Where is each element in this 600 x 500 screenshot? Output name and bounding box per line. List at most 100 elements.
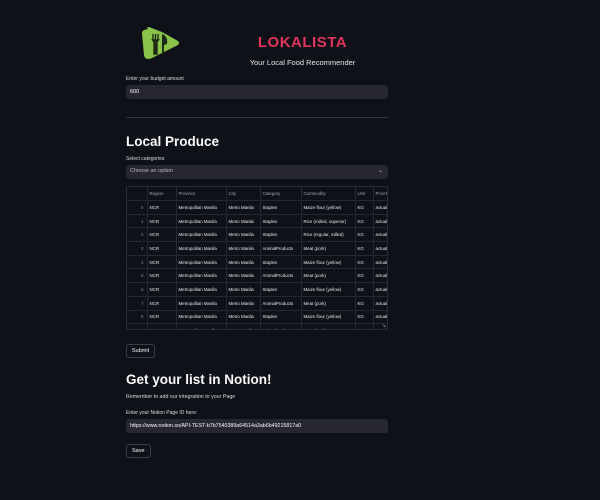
cell-city[interactable]: Metro Manila bbox=[226, 310, 261, 325]
cell-province[interactable]: Metropolitan Manila bbox=[176, 214, 227, 229]
cell-unit[interactable]: KG bbox=[355, 268, 374, 284]
cell-category[interactable]: Staples bbox=[260, 310, 302, 325]
column-header-unit[interactable]: Unit bbox=[355, 187, 374, 201]
cell-row-index[interactable]: 6 bbox=[127, 282, 148, 297]
cell-unit[interactable]: KG bbox=[355, 282, 374, 297]
cell-row-index[interactable]: 2 bbox=[127, 227, 148, 243]
cell-unit[interactable]: KG bbox=[355, 214, 374, 229]
column-header-province[interactable]: Province bbox=[176, 187, 227, 201]
produce-table[interactable]: Region Province City Category Commodity … bbox=[126, 186, 388, 330]
table-row[interactable]: 9NCRMetropolitan ManilaMetro ManilaAnima… bbox=[127, 323, 387, 329]
cell-category[interactable]: Staples bbox=[260, 200, 302, 215]
cell-unit[interactable]: KG bbox=[355, 255, 374, 270]
cell-region[interactable]: NCR bbox=[147, 268, 177, 284]
column-header-category[interactable]: Category bbox=[260, 187, 302, 201]
cell-region[interactable]: NCR bbox=[147, 200, 177, 215]
cell-row-index[interactable]: 8 bbox=[127, 310, 148, 325]
notion-page-id-input[interactable] bbox=[126, 419, 388, 433]
cell-province[interactable]: Metropolitan Manila bbox=[176, 310, 227, 325]
cell-region[interactable]: NCR bbox=[147, 227, 177, 243]
cell-city[interactable]: Metro Manila bbox=[226, 255, 261, 270]
categories-select[interactable]: Choose an option ⌄ bbox=[126, 165, 388, 179]
cell-commodity[interactable]: Maize flour (yellow) bbox=[301, 282, 356, 297]
table-row[interactable]: 2 NCR Metropolitan Manila Metro Manila Stapl… bbox=[127, 227, 387, 243]
cell-city[interactable]: Metro Manila bbox=[226, 268, 261, 284]
budget-input[interactable] bbox=[126, 85, 388, 99]
cell-row-index[interactable]: 1 bbox=[127, 214, 148, 229]
cell-province[interactable]: Metropolitan Manila bbox=[176, 241, 227, 256]
cell-pricetype[interactable]: actual bbox=[373, 255, 387, 270]
table-row[interactable]: 4 NCR Metropolitan Manila Metro Manila Stapl… bbox=[127, 255, 387, 270]
column-header-city[interactable]: City bbox=[226, 187, 261, 201]
cell-pricetype[interactable]: actual bbox=[373, 200, 387, 215]
cell-region[interactable]: NCR bbox=[147, 282, 177, 297]
cell-region[interactable]: NCR bbox=[147, 241, 177, 256]
cell-unit[interactable]: KG bbox=[355, 296, 374, 311]
cell-commodity[interactable]: Rice (regular, milled) bbox=[301, 227, 356, 243]
cell-region[interactable]: NCR bbox=[147, 214, 177, 229]
cell-province[interactable]: Metropolitan Manila bbox=[176, 296, 227, 311]
cell-row-index[interactable]: 5 bbox=[127, 268, 148, 284]
cell-city[interactable]: Metro Manila bbox=[226, 241, 261, 256]
table-row[interactable]: 1 NCR Metropolitan Manila Metro Manila Stapl… bbox=[127, 214, 387, 229]
cell-row-index[interactable]: 3 bbox=[127, 241, 148, 256]
cell-category[interactable]: Staples bbox=[260, 282, 302, 297]
table-row[interactable]: 3 NCR Metropolitan Manila Metro Manila Anima… bbox=[127, 241, 387, 256]
cell-province[interactable]: Metropolitan Manila bbox=[176, 268, 227, 284]
cell-commodity[interactable]: Maize flour (yellow) bbox=[301, 200, 356, 215]
cell-region[interactable]: NCR bbox=[147, 323, 177, 329]
cell-commodity[interactable]: Maize flour (yellow) bbox=[301, 255, 356, 270]
cell-category[interactable]: AnimalProducts bbox=[260, 323, 302, 329]
cell-city[interactable]: Metro Manila bbox=[226, 227, 261, 243]
cell-region[interactable]: NCR bbox=[147, 310, 177, 325]
table-row[interactable]: 5 NCR Metropolitan Manila Metro Manila Anima… bbox=[127, 268, 387, 284]
cell-unit[interactable]: KG bbox=[355, 310, 374, 325]
cell-row-index[interactable]: 4 bbox=[127, 255, 148, 270]
column-header-commodity[interactable]: Commodity bbox=[301, 187, 356, 201]
cell-row-index[interactable]: 0 bbox=[127, 200, 148, 215]
cell-commodity[interactable]: Maize flour (yellow) bbox=[301, 310, 356, 325]
cell-row-index[interactable]: 9 bbox=[127, 323, 148, 329]
cell-province[interactable]: Metropolitan Manila bbox=[176, 255, 227, 270]
table-row[interactable]: 8 NCR Metropolitan Manila Metro Manila Stapl… bbox=[127, 310, 387, 325]
cell-pricetype[interactable]: actual bbox=[373, 214, 387, 229]
cell-city[interactable]: Metro Manila bbox=[226, 214, 261, 229]
cell-province[interactable]: Metropolitan Manila bbox=[176, 323, 227, 329]
column-header-index[interactable] bbox=[127, 187, 148, 201]
cell-commodity[interactable]: Meat (pork) bbox=[301, 268, 356, 284]
cell-commodity[interactable]: Rice (milled, superior) bbox=[301, 214, 356, 229]
cell-category[interactable]: AnimalProducts bbox=[260, 268, 302, 284]
cell-row-index[interactable]: 7 bbox=[127, 296, 148, 311]
cell-city[interactable]: Metro Manila bbox=[226, 323, 261, 329]
table-row[interactable]: 7 NCR Metropolitan Manila Metro Manila Anima… bbox=[127, 296, 387, 311]
cell-commodity[interactable]: Meat (pork) bbox=[301, 241, 356, 256]
cell-region[interactable]: NCR bbox=[147, 255, 177, 270]
cell-category[interactable]: AnimalProducts bbox=[260, 296, 302, 311]
cell-pricetype[interactable]: actual bbox=[373, 282, 387, 297]
cell-unit[interactable]: KG bbox=[355, 200, 374, 215]
cell-pricetype[interactable]: actual bbox=[373, 241, 387, 256]
cell-province[interactable]: Metropolitan Manila bbox=[176, 282, 227, 297]
resize-handle-icon[interactable]: ↘ bbox=[382, 323, 386, 329]
cell-city[interactable]: Metro Manila bbox=[226, 296, 261, 311]
table-row[interactable]: 0 NCR Metropolitan Manila Metro Manila Stapl… bbox=[127, 200, 387, 215]
cell-city[interactable]: Metro Manila bbox=[226, 200, 261, 215]
cell-unit[interactable]: KG bbox=[355, 323, 374, 329]
cell-unit[interactable]: KG bbox=[355, 241, 374, 256]
cell-commodity[interactable]: Meat (pork) bbox=[301, 296, 356, 311]
column-header-region[interactable]: Region bbox=[147, 187, 177, 201]
cell-province[interactable]: Metropolitan Manila bbox=[176, 227, 227, 243]
cell-region[interactable]: NCR bbox=[147, 296, 177, 311]
cell-pricetype[interactable]: actual bbox=[373, 296, 387, 311]
cell-unit[interactable]: KG bbox=[355, 227, 374, 243]
cell-pricetype[interactable]: actual bbox=[373, 310, 387, 325]
submit-button[interactable]: Submit bbox=[126, 344, 156, 358]
cell-province[interactable]: Metropolitan Manila bbox=[176, 200, 227, 215]
cell-category[interactable]: AnimalProducts bbox=[260, 241, 302, 256]
cell-pricetype[interactable]: actual bbox=[373, 268, 387, 284]
table-row[interactable]: 6 NCR Metropolitan Manila Metro Manila Stapl… bbox=[127, 282, 387, 297]
cell-pricetype[interactable]: actual bbox=[373, 227, 387, 243]
cell-category[interactable]: Staples bbox=[260, 227, 302, 243]
cell-category[interactable]: Staples bbox=[260, 255, 302, 270]
cell-commodity[interactable]: Meat (pork) bbox=[301, 323, 356, 329]
